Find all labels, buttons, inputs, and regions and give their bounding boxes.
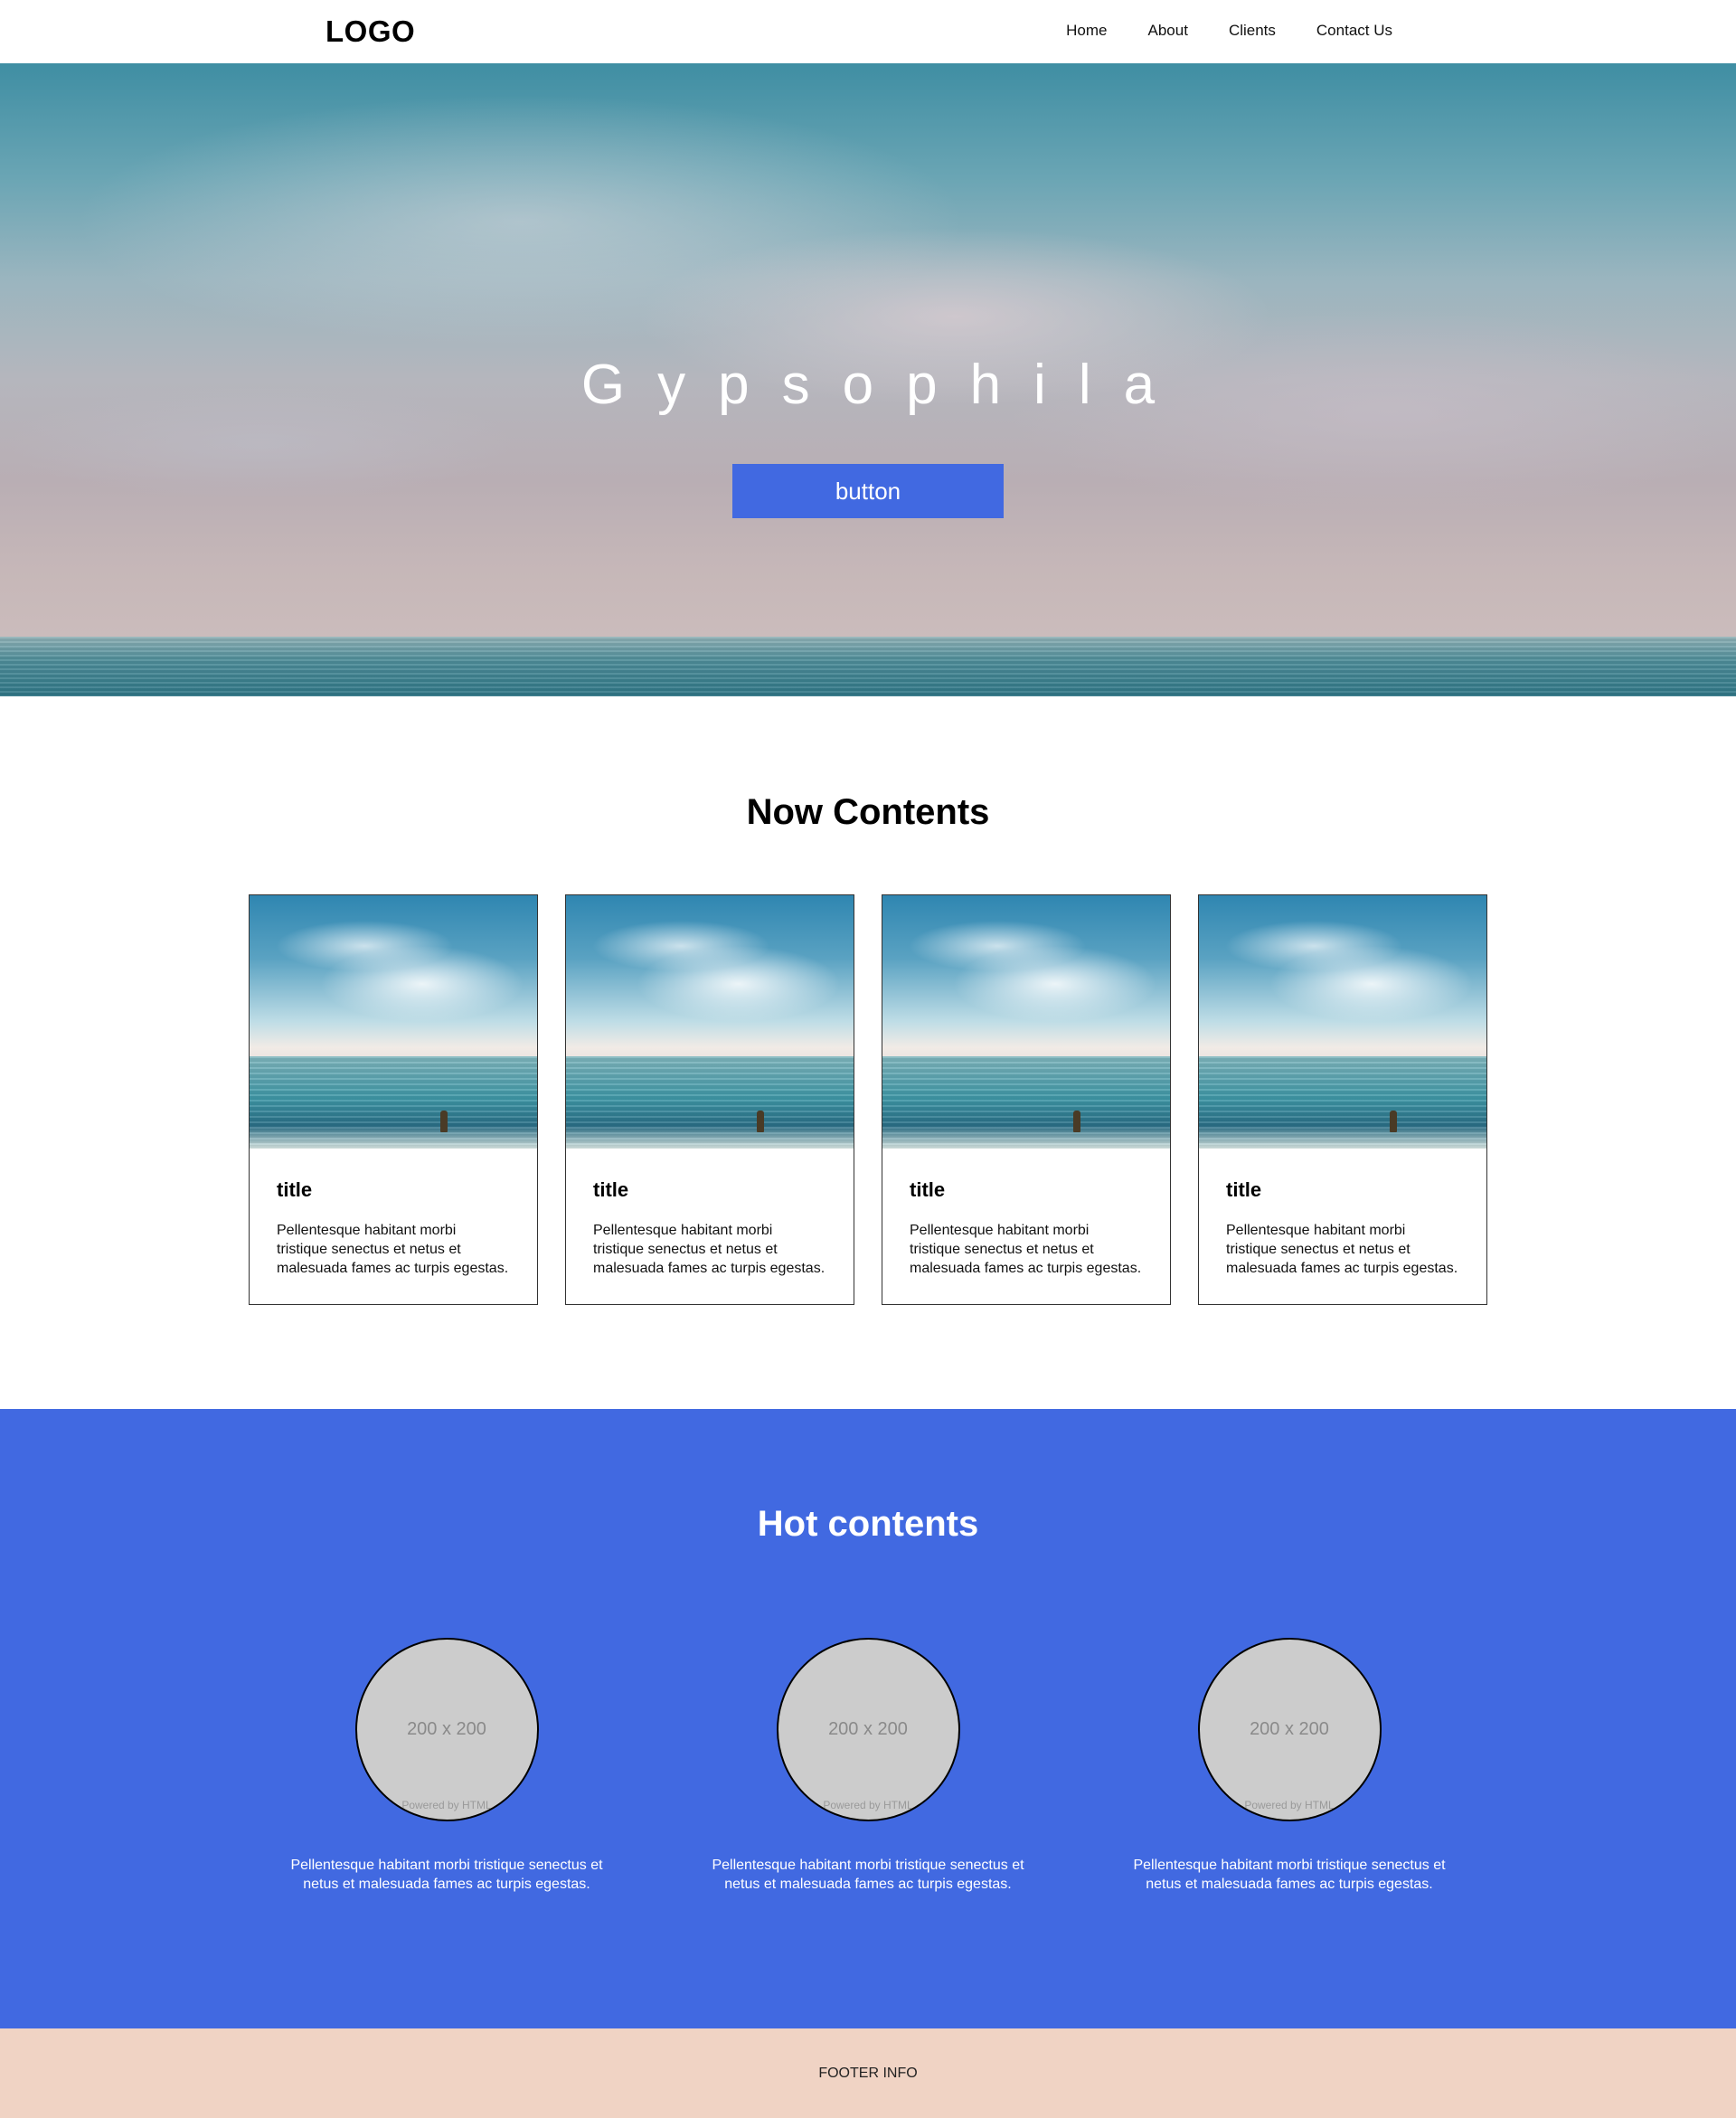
card-title: title bbox=[277, 1178, 313, 1201]
card-text: Pellentesque habitant morbi tristique se… bbox=[277, 1223, 509, 1276]
card-title: title bbox=[1226, 1178, 1262, 1201]
card-title: title bbox=[910, 1178, 946, 1201]
hero-button[interactable]: button bbox=[732, 464, 1004, 518]
content-card[interactable]: title Pellentesque habitant morbi tristi… bbox=[882, 894, 1171, 1305]
hero-banner: Gypsophila button bbox=[0, 63, 1736, 696]
hot-item[interactable]: 200 x 200 Powered by HTML Pellentesque h… bbox=[266, 1638, 627, 1894]
card-title: title bbox=[593, 1178, 629, 1201]
content-card[interactable]: title Pellentesque habitant morbi tristi… bbox=[1198, 894, 1487, 1305]
card-image bbox=[882, 895, 1170, 1149]
site-footer: FOOTER INFO bbox=[0, 2028, 1736, 2118]
hot-item-text: Pellentesque habitant morbi tristique se… bbox=[290, 1858, 603, 1892]
hot-item-image: 200 x 200 Powered by HTML bbox=[1197, 1638, 1382, 1821]
hot-item[interactable]: 200 x 200 Powered by HTML Pellentesque h… bbox=[687, 1638, 1049, 1894]
image-placeholder-label: 200 x 200 bbox=[1250, 1719, 1329, 1739]
image-placeholder-caption: Powered by HTML bbox=[823, 1799, 913, 1811]
card-list: title Pellentesque habitant morbi tristi… bbox=[249, 894, 1487, 1305]
main-nav: Home About Clients Contact Us bbox=[1025, 22, 1392, 40]
image-placeholder-label: 200 x 200 bbox=[828, 1719, 908, 1739]
footer-info: FOOTER INFO bbox=[818, 2066, 918, 2081]
hot-item[interactable]: 200 x 200 Powered by HTML Pellentesque h… bbox=[1109, 1638, 1470, 1894]
card-text: Pellentesque habitant morbi tristique se… bbox=[1226, 1223, 1458, 1276]
card-image bbox=[566, 895, 854, 1149]
nav-contact-link[interactable]: Contact Us bbox=[1316, 22, 1392, 40]
image-placeholder-caption: Powered by HTML bbox=[1244, 1799, 1335, 1811]
card-text: Pellentesque habitant morbi tristique se… bbox=[593, 1223, 826, 1276]
card-image bbox=[250, 895, 537, 1149]
hot-item-image: 200 x 200 Powered by HTML bbox=[354, 1638, 539, 1821]
hero-sea-image bbox=[0, 637, 1736, 696]
card-text: Pellentesque habitant morbi tristique se… bbox=[910, 1223, 1142, 1276]
hot-contents-section: Hot contents 200 x 200 Powered by HTML P… bbox=[0, 1409, 1736, 2028]
nav-clients-link[interactable]: Clients bbox=[1229, 22, 1276, 40]
card-image bbox=[1199, 895, 1486, 1149]
now-contents-section: Now Contents title Pellentesque habitant… bbox=[0, 696, 1736, 1409]
hot-item-image: 200 x 200 Powered by HTML bbox=[776, 1638, 960, 1821]
logo[interactable]: LOGO bbox=[326, 14, 415, 49]
hot-contents-heading: Hot contents bbox=[757, 1504, 979, 1544]
nav-home-link[interactable]: Home bbox=[1066, 22, 1107, 40]
image-placeholder-label: 200 x 200 bbox=[407, 1719, 486, 1739]
hot-item-text: Pellentesque habitant morbi tristique se… bbox=[712, 1858, 1024, 1892]
hero-title: Gypsophila bbox=[580, 354, 1188, 416]
nav-about-link[interactable]: About bbox=[1148, 22, 1188, 40]
hot-item-text: Pellentesque habitant morbi tristique se… bbox=[1133, 1858, 1446, 1892]
content-card[interactable]: title Pellentesque habitant morbi tristi… bbox=[249, 894, 538, 1305]
content-card[interactable]: title Pellentesque habitant morbi tristi… bbox=[565, 894, 854, 1305]
image-placeholder-caption: Powered by HTML bbox=[401, 1799, 492, 1811]
site-header: LOGO Home About Clients Contact Us bbox=[0, 0, 1736, 63]
now-contents-heading: Now Contents bbox=[746, 792, 990, 832]
